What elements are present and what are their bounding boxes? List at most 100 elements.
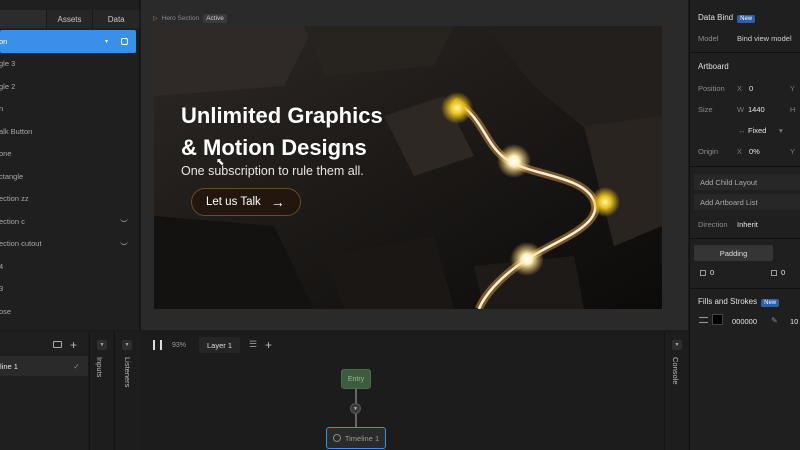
data-bind-heading: Data Bind New bbox=[698, 13, 756, 23]
fills-strokes-heading: Fills and Strokes New bbox=[698, 297, 780, 307]
direction-select[interactable]: Inherit bbox=[737, 220, 758, 229]
add-timeline-icon[interactable]: + bbox=[70, 339, 77, 351]
listeners-strip[interactable]: ▼ Listeners bbox=[114, 332, 141, 450]
tree-item[interactable]: 3 bbox=[0, 278, 140, 301]
artboard-heading: Artboard bbox=[698, 62, 729, 71]
timeline-node[interactable]: Timeline 1 bbox=[326, 427, 386, 449]
position-y-key: Y bbox=[790, 84, 796, 93]
tab-layer-1[interactable]: Layer 1 bbox=[199, 337, 241, 353]
link-icon[interactable] bbox=[121, 37, 128, 45]
play-icon[interactable]: ▷ bbox=[153, 15, 158, 22]
inspector-panel: Data Bind New Model Bind view model Artbo… bbox=[689, 0, 800, 450]
fill-hex-input[interactable]: 000000 bbox=[732, 317, 757, 326]
tree-item-label: ose bbox=[0, 306, 12, 316]
tree-item-label: ection c bbox=[0, 216, 25, 226]
hero-title: Unlimited Graphics & Motion Designs bbox=[181, 103, 383, 160]
mask-icon bbox=[120, 241, 128, 245]
tree-item-label: 4 bbox=[0, 261, 4, 271]
chevron-down-icon[interactable]: ▼ bbox=[122, 340, 132, 350]
inputs-strip[interactable]: ▼ Inputs bbox=[89, 332, 113, 450]
breadcrumb: ▷ Hero Section Active bbox=[153, 14, 227, 23]
hierarchy-tree: on ▾ gle 3 gle 2 n alk Button one ctangl… bbox=[0, 30, 140, 323]
tree-item[interactable]: ection c bbox=[0, 210, 140, 233]
tree-item-label: ection cutout bbox=[0, 239, 42, 249]
folder-icon[interactable] bbox=[53, 341, 62, 348]
console-strip[interactable]: ▼ Console bbox=[664, 332, 688, 450]
new-badge: New bbox=[737, 15, 756, 23]
padding-left-icon bbox=[700, 270, 706, 276]
inputs-label: Inputs bbox=[95, 357, 104, 378]
check-icon: ✓ bbox=[73, 361, 80, 371]
padding-left-input[interactable]: 0 bbox=[710, 268, 714, 277]
tree-item[interactable]: gle 2 bbox=[0, 75, 140, 98]
padding-right-input[interactable]: 0 bbox=[781, 268, 785, 277]
hero-subtitle: One subscription to rule them all. bbox=[181, 164, 364, 178]
origin-x-key: X bbox=[737, 147, 743, 156]
entry-node[interactable]: Entry bbox=[341, 369, 371, 389]
width-input[interactable]: 1440 bbox=[748, 105, 765, 114]
state-machine-panel[interactable]: 93% Layer 1 ☰ + Entry ▼ Timeline 1 bbox=[141, 332, 688, 450]
divider bbox=[690, 288, 800, 289]
fill-color-swatch[interactable] bbox=[712, 314, 723, 325]
tree-item-label: gle 3 bbox=[0, 59, 16, 69]
size-label: Size bbox=[698, 105, 713, 114]
padding-right-icon bbox=[771, 270, 777, 276]
tree-item-label: 3 bbox=[0, 284, 4, 294]
tree-item[interactable]: ose bbox=[0, 300, 140, 323]
add-artboard-list-button[interactable]: Add Artboard List bbox=[694, 194, 800, 210]
sliders-icon[interactable] bbox=[699, 317, 708, 323]
tree-item[interactable]: 4 bbox=[0, 255, 140, 278]
tree-item[interactable]: ection cutout bbox=[0, 233, 140, 256]
tree-item[interactable]: n bbox=[0, 98, 140, 121]
zoom-level[interactable]: 93% bbox=[172, 342, 186, 349]
timelines-header: + bbox=[0, 332, 88, 358]
pause-icon[interactable] bbox=[153, 340, 162, 350]
listeners-label: Listeners bbox=[123, 357, 132, 388]
tree-item-selected[interactable]: on ▾ bbox=[0, 30, 136, 53]
tree-item[interactable]: gle 3 bbox=[0, 53, 140, 76]
divider bbox=[690, 166, 800, 167]
direction-label: Direction bbox=[698, 220, 728, 229]
add-child-layout-button[interactable]: Add Child Layout bbox=[694, 174, 800, 190]
mouse-cursor-icon: ⬉ bbox=[216, 157, 225, 168]
fixed-select[interactable]: Fixed bbox=[748, 126, 766, 135]
divider bbox=[690, 52, 800, 53]
add-layer-icon[interactable]: + bbox=[265, 339, 272, 351]
artboard[interactable]: Unlimited Graphics & Motion Designs One … bbox=[154, 26, 662, 309]
size-h-key: H bbox=[790, 105, 796, 114]
chevron-down-icon[interactable]: ▾ bbox=[105, 38, 108, 45]
timeline-row[interactable]: line 1 ✓ bbox=[0, 356, 88, 376]
tree-item[interactable]: alk Button bbox=[0, 120, 140, 143]
chevron-down-icon[interactable]: ▾ bbox=[779, 126, 783, 135]
tree-item-label: alk Button bbox=[0, 126, 33, 136]
menu-icon[interactable]: ☰ bbox=[249, 339, 257, 350]
tab-data[interactable]: Data bbox=[93, 10, 141, 28]
mask-icon bbox=[120, 218, 128, 222]
tree-item[interactable]: one bbox=[0, 143, 140, 166]
tree-item-label: one bbox=[0, 149, 12, 159]
data-bind-title: Data Bind bbox=[698, 13, 734, 22]
breadcrumb-item[interactable]: Hero Section bbox=[162, 15, 200, 22]
tree-item[interactable]: ctangle bbox=[0, 165, 140, 188]
tab-hierarchy[interactable] bbox=[0, 10, 47, 28]
padding-tab[interactable]: Padding bbox=[694, 245, 773, 261]
new-badge: New bbox=[761, 299, 780, 307]
fills-strokes-title: Fills and Strokes bbox=[698, 297, 758, 306]
position-x-input[interactable]: 0 bbox=[749, 84, 753, 93]
origin-x-input[interactable]: 0% bbox=[749, 147, 760, 156]
tree-item-label: n bbox=[0, 104, 4, 114]
chevron-down-icon[interactable]: ▼ bbox=[97, 340, 107, 350]
tab-assets[interactable]: Assets bbox=[46, 10, 94, 28]
app-window: Assets Data on ▾ gle 3 gle 2 n alk Butto… bbox=[0, 0, 800, 450]
fill-opacity-input[interactable]: 10 bbox=[790, 317, 798, 326]
chevron-down-icon[interactable]: ▼ bbox=[672, 340, 682, 350]
model-select[interactable]: Bind view model bbox=[737, 34, 792, 43]
timeline-node-label: Timeline 1 bbox=[344, 433, 380, 443]
transition-icon[interactable]: ▼ bbox=[350, 403, 361, 414]
position-label: Position bbox=[698, 84, 725, 93]
tree-item[interactable]: ection zz bbox=[0, 188, 140, 211]
eyedropper-icon[interactable]: ✎ bbox=[771, 316, 778, 325]
console-label: Console bbox=[671, 357, 680, 385]
lets-talk-button[interactable]: Let us Talk → bbox=[191, 188, 301, 216]
left-panel: Assets Data on ▾ gle 3 gle 2 n alk Butto… bbox=[0, 0, 141, 330]
